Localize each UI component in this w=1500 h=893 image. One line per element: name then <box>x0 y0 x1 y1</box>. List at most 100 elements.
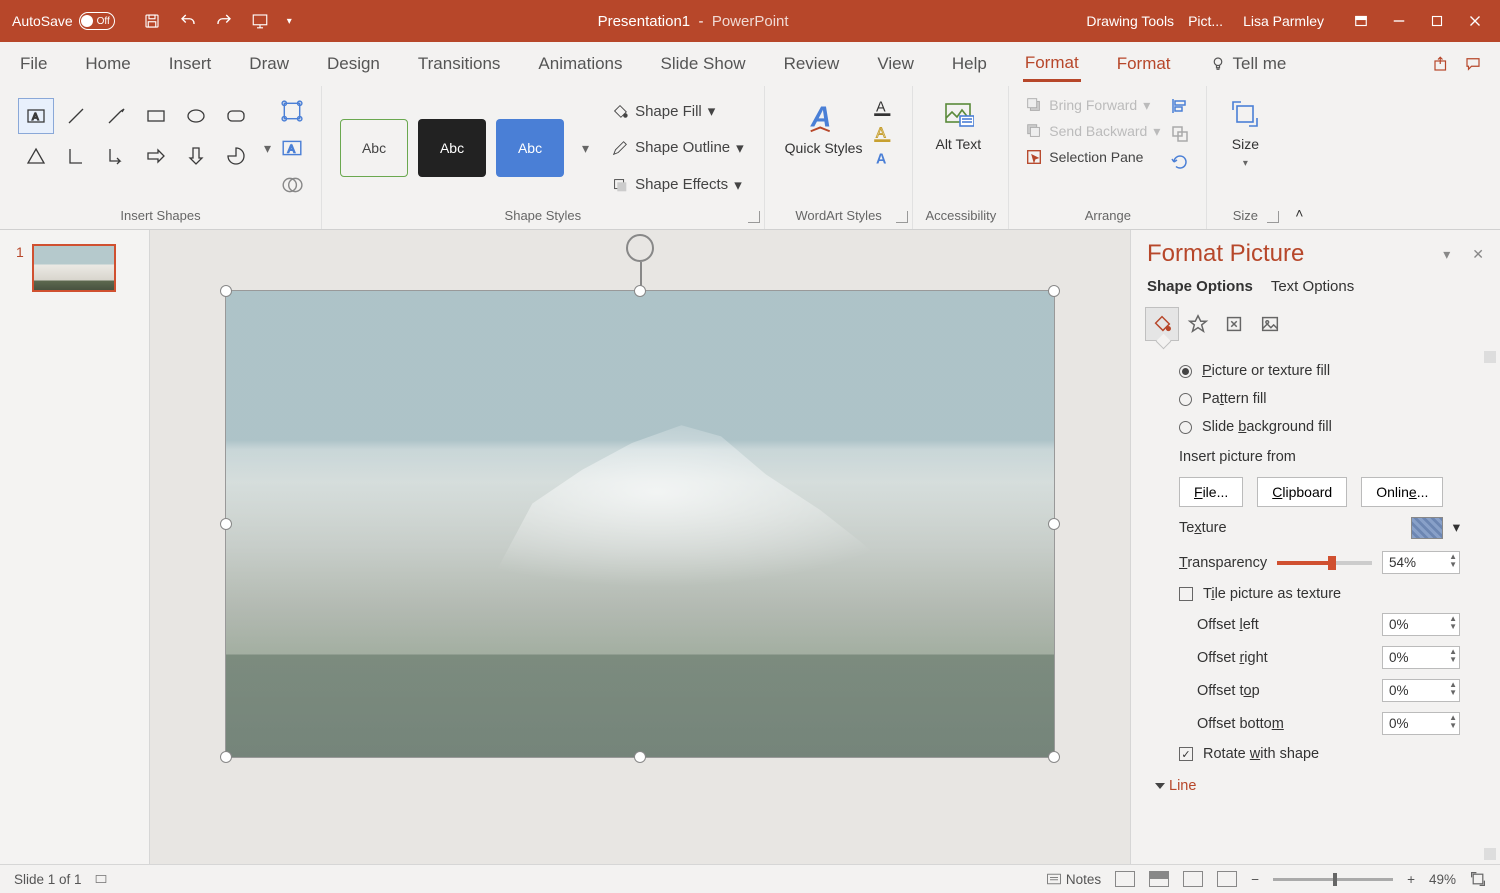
offset-right-input[interactable]: 0%▲▼ <box>1382 646 1460 669</box>
slideshow-icon[interactable] <box>251 12 269 30</box>
view-reading-icon[interactable] <box>1183 871 1203 887</box>
alt-text-button[interactable]: Alt Text <box>925 92 991 204</box>
radio-pattern-fill[interactable]: Pattern fill <box>1153 385 1486 413</box>
dialog-launcher-icon[interactable] <box>896 211 908 223</box>
minimize-icon[interactable] <box>1390 12 1408 30</box>
texture-row[interactable]: Texture▾ <box>1153 511 1486 545</box>
tell-me[interactable]: Tell me <box>1207 48 1289 80</box>
pane-icon-picture[interactable] <box>1253 307 1287 341</box>
text-outline-icon[interactable]: A <box>874 124 896 142</box>
maximize-icon[interactable] <box>1428 12 1446 30</box>
insert-file-button[interactable]: File... <box>1179 477 1243 507</box>
dialog-launcher-icon[interactable] <box>748 211 760 223</box>
style-thumb-2[interactable]: Abc <box>418 119 486 177</box>
tab-format-picture[interactable]: Format <box>1115 48 1173 80</box>
slide-counter[interactable]: Slide 1 of 1 <box>14 872 82 887</box>
merge-shapes-icon[interactable] <box>281 174 303 196</box>
pane-icon-size[interactable] <box>1217 307 1251 341</box>
tab-draw[interactable]: Draw <box>247 48 291 80</box>
resize-handle-w[interactable] <box>220 518 232 530</box>
undo-icon[interactable] <box>179 12 197 30</box>
redo-icon[interactable] <box>215 12 233 30</box>
slide-thumbnail-1[interactable] <box>32 244 116 292</box>
shape-effects-button[interactable]: Shape Effects▾ <box>611 176 744 194</box>
shape-arrow-down[interactable] <box>178 138 214 174</box>
draw-textbox-icon[interactable]: A <box>281 137 303 159</box>
collapse-ribbon-icon[interactable]: ˄ <box>1283 86 1315 229</box>
tile-checkbox[interactable]: Tile picture as texture <box>1153 580 1486 608</box>
view-normal-icon[interactable] <box>1115 871 1135 887</box>
bring-forward-button[interactable]: Bring Forward▾ <box>1025 96 1160 114</box>
qat-more-icon[interactable]: ▾ <box>287 16 292 27</box>
share-icon[interactable] <box>1432 55 1450 73</box>
quick-styles-label[interactable]: Quick Styles <box>785 140 863 156</box>
pane-tab-shape-options[interactable]: Shape Options <box>1147 278 1253 295</box>
text-effects-icon[interactable]: A <box>874 150 896 168</box>
edit-shape-icon[interactable] <box>281 100 303 122</box>
selected-picture[interactable] <box>225 290 1055 758</box>
shape-l-arrow[interactable] <box>98 138 134 174</box>
radio-slidebg-fill[interactable]: Slide background fill <box>1153 413 1486 441</box>
size-button[interactable]: Size ▾ <box>1219 92 1271 204</box>
selection-pane-button[interactable]: Selection Pane <box>1025 148 1160 166</box>
zoom-in-icon[interactable]: + <box>1407 872 1415 887</box>
shapes-gallery[interactable]: A <box>12 92 260 204</box>
offset-left-input[interactable]: 0%▲▼ <box>1382 613 1460 636</box>
pane-tab-text-options[interactable]: Text Options <box>1271 278 1354 295</box>
line-section-header[interactable]: Line <box>1153 768 1486 804</box>
pane-close-icon[interactable]: ✕ <box>1472 246 1484 263</box>
dialog-launcher-icon[interactable] <box>1267 211 1279 223</box>
shape-textbox[interactable]: A <box>18 98 54 134</box>
radio-picture-fill[interactable]: Picture or texture fill <box>1153 357 1486 385</box>
shape-l[interactable] <box>58 138 94 174</box>
resize-handle-s[interactable] <box>634 751 646 763</box>
shape-oval[interactable] <box>178 98 214 134</box>
pane-options-icon[interactable]: ▾ <box>1443 246 1450 263</box>
pane-icon-effects[interactable] <box>1181 307 1215 341</box>
resize-handle-nw[interactable] <box>220 285 232 297</box>
tab-animations[interactable]: Animations <box>536 48 624 80</box>
shape-pie[interactable] <box>218 138 254 174</box>
zoom-level[interactable]: 49% <box>1429 872 1456 887</box>
fit-window-icon[interactable] <box>1470 871 1486 887</box>
insert-clipboard-button[interactable]: Clipboard <box>1257 477 1347 507</box>
resize-handle-n[interactable] <box>634 285 646 297</box>
tab-help[interactable]: Help <box>950 48 989 80</box>
tab-insert[interactable]: Insert <box>167 48 214 80</box>
shape-roundrect[interactable] <box>218 98 254 134</box>
close-icon[interactable] <box>1466 12 1484 30</box>
tab-transitions[interactable]: Transitions <box>416 48 503 80</box>
insert-online-button[interactable]: Online... <box>1361 477 1443 507</box>
text-fill-icon[interactable]: A <box>874 98 896 116</box>
spellcheck-icon[interactable] <box>94 872 108 886</box>
offset-top-input[interactable]: 0%▲▼ <box>1382 679 1460 702</box>
tab-format-drawing[interactable]: Format <box>1023 47 1081 82</box>
shape-line[interactable] <box>58 98 94 134</box>
align-icon[interactable] <box>1170 96 1190 116</box>
shape-triangle[interactable] <box>18 138 54 174</box>
tab-review[interactable]: Review <box>782 48 842 80</box>
zoom-out-icon[interactable]: − <box>1251 872 1259 887</box>
style-thumb-3[interactable]: Abc <box>496 119 564 177</box>
texture-swatch[interactable] <box>1411 517 1443 539</box>
shape-arrow-right[interactable] <box>138 138 174 174</box>
resize-handle-se[interactable] <box>1048 751 1060 763</box>
comments-icon[interactable] <box>1464 55 1482 73</box>
pane-icon-fill[interactable] <box>1145 307 1179 341</box>
offset-bottom-input[interactable]: 0%▲▼ <box>1382 712 1460 735</box>
tab-view[interactable]: View <box>875 48 916 80</box>
tab-home[interactable]: Home <box>83 48 132 80</box>
user-name[interactable]: Lisa Parmley <box>1231 13 1336 29</box>
shape-arrow-line[interactable] <box>98 98 134 134</box>
rotate-with-shape-checkbox[interactable]: ✓Rotate with shape <box>1153 740 1486 768</box>
view-slideshow-icon[interactable] <box>1217 871 1237 887</box>
autosave-toggle[interactable]: AutoSave Off <box>0 12 127 30</box>
resize-handle-e[interactable] <box>1048 518 1060 530</box>
tab-file[interactable]: File <box>18 48 49 80</box>
group-icon[interactable] <box>1170 124 1190 144</box>
quick-styles-icon[interactable]: A <box>805 98 843 136</box>
rotate-icon[interactable] <box>1170 152 1190 172</box>
resize-handle-ne[interactable] <box>1048 285 1060 297</box>
notes-button[interactable]: Notes <box>1046 872 1101 887</box>
tab-design[interactable]: Design <box>325 48 382 80</box>
